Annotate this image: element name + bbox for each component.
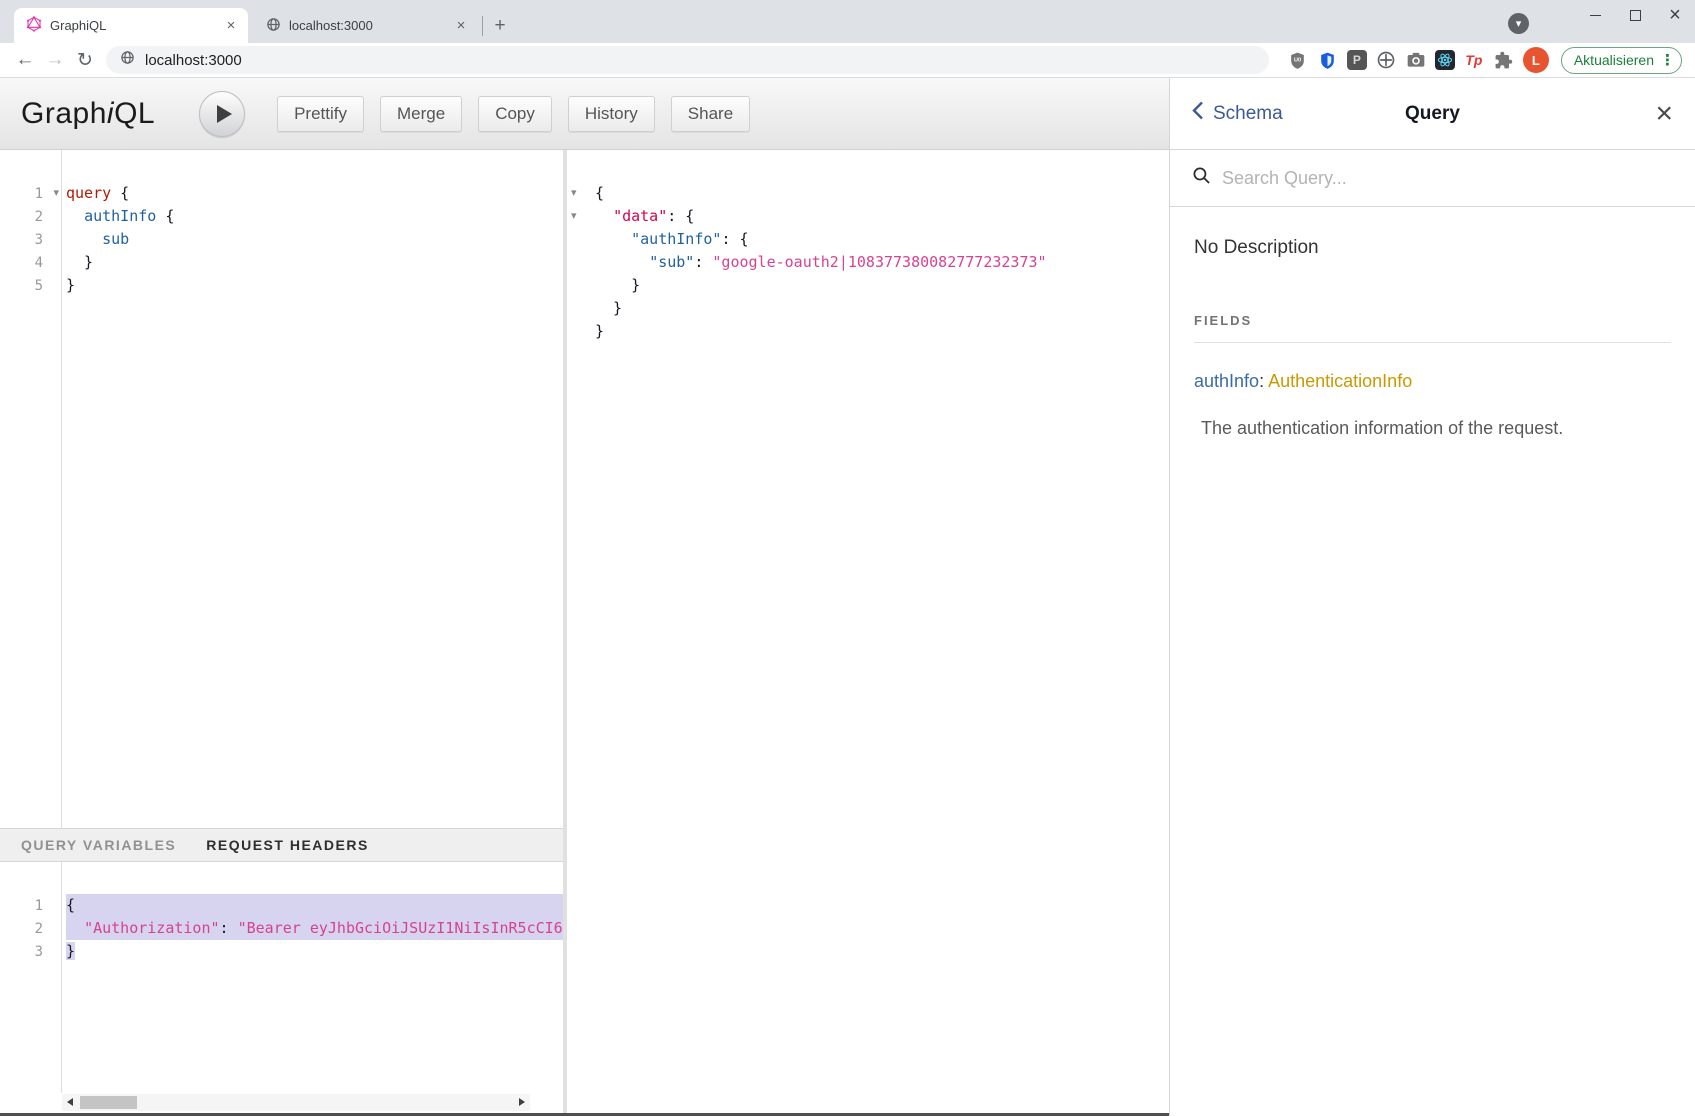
graphiql-favicon-icon: [26, 16, 42, 35]
reload-button[interactable]: ↻: [70, 46, 100, 74]
query-editor-code[interactable]: query { authInfo { sub }}: [62, 150, 563, 828]
browser-tab-graphiql[interactable]: GraphiQL ×: [14, 8, 248, 43]
graphiql-left-section: GraphiQL Prettify Merge Copy History Sha…: [0, 78, 1169, 1116]
close-icon: ×: [1669, 5, 1681, 25]
browser-window: GraphiQL × localhost:3000 × + ▾ × ← → ↻: [0, 0, 1695, 1116]
tab-query-variables[interactable]: QUERY VARIABLES: [21, 837, 176, 853]
fields-divider: [1194, 342, 1671, 343]
graphiql-logo: GraphiQL: [21, 97, 155, 131]
merge-button[interactable]: Merge: [380, 96, 462, 132]
close-window-button[interactable]: ×: [1655, 0, 1695, 30]
result-fold-column[interactable]: ▾▾: [567, 150, 591, 1113]
camera-icon[interactable]: [1405, 49, 1427, 71]
type-description: No Description: [1194, 237, 1671, 259]
tab-close-icon[interactable]: ×: [222, 17, 240, 35]
chevron-left-icon: [1192, 101, 1204, 126]
tampermonkey-tp-icon[interactable]: Tp: [1463, 49, 1485, 71]
tab-separator: [482, 16, 483, 36]
graphiql-app: GraphiQL Prettify Merge Copy History Sha…: [0, 78, 1695, 1116]
new-tab-button[interactable]: +: [487, 13, 513, 39]
extensions-row: U0 P Tp: [1287, 47, 1549, 73]
browser-menu-icon[interactable]: ⋮: [1660, 51, 1675, 69]
tab-title: localhost:3000: [289, 18, 452, 33]
execute-query-button[interactable]: [199, 91, 245, 137]
minimize-button[interactable]: [1575, 0, 1615, 30]
tab-request-headers[interactable]: REQUEST HEADERS: [206, 837, 369, 853]
precision-select-icon[interactable]: [1375, 49, 1397, 71]
doc-explorer-panel: Query Schema × No Description FIELDS: [1169, 78, 1695, 1116]
update-label: Aktualisieren: [1574, 52, 1654, 68]
headers-editor-gutter: 123: [0, 862, 62, 1093]
doc-search-input[interactable]: [1222, 168, 1673, 189]
doc-back-link[interactable]: Schema: [1192, 101, 1283, 126]
window-controls: ▾ ×: [1508, 0, 1695, 43]
doc-close-button[interactable]: ×: [1655, 99, 1673, 129]
request-headers-editor[interactable]: 123 { "Authorization": "Bearer eyJhbGciO…: [0, 862, 563, 1093]
tab-title: GraphiQL: [50, 18, 222, 33]
site-globe-icon: [120, 50, 135, 70]
share-button[interactable]: Share: [671, 96, 750, 132]
extensions-puzzle-icon[interactable]: [1493, 49, 1515, 71]
query-editor-gutter: 1▾2345: [0, 150, 62, 828]
scroll-left-icon[interactable]: [67, 1098, 73, 1106]
doc-search-row: [1170, 150, 1695, 207]
globe-icon: [266, 17, 281, 35]
query-editor[interactable]: 1▾2345 query { authInfo { sub }}: [0, 150, 563, 828]
prettify-button[interactable]: Prettify: [277, 96, 364, 132]
url-text: localhost:3000: [145, 52, 242, 69]
doc-explorer-header: Query Schema ×: [1170, 78, 1695, 150]
address-bar[interactable]: localhost:3000: [106, 46, 1269, 74]
play-icon: [217, 105, 232, 123]
field-row-authinfo: authInfo: AuthenticationInfo: [1194, 371, 1671, 392]
tab-close-icon[interactable]: ×: [452, 17, 470, 35]
forward-button[interactable]: →: [40, 46, 70, 74]
browser-tab-localhost[interactable]: localhost:3000 ×: [254, 8, 478, 43]
fields-section-header: FIELDS: [1194, 313, 1671, 328]
back-button[interactable]: ←: [10, 46, 40, 74]
minimize-icon: [1590, 15, 1601, 16]
copy-button[interactable]: Copy: [478, 96, 552, 132]
scroll-right-icon[interactable]: [519, 1098, 525, 1106]
variables-titlebar: QUERY VARIABLES REQUEST HEADERS: [0, 828, 563, 862]
doc-explorer-body: No Description FIELDS authInfo: Authenti…: [1170, 207, 1695, 461]
profile-avatar[interactable]: L: [1523, 47, 1549, 73]
headers-editor-code[interactable]: { "Authorization": "Bearer eyJhbGciOiJSU…: [62, 862, 563, 1093]
maximize-button[interactable]: [1615, 0, 1655, 30]
toolbar-buttons: Prettify Merge Copy History Share: [277, 96, 750, 132]
query-pane: 1▾2345 query { authInfo { sub }} QUERY V…: [0, 150, 563, 1113]
editor-panes: 1▾2345 query { authInfo { sub }} QUERY V…: [0, 150, 1169, 1116]
horizontal-scrollbar[interactable]: [62, 1094, 530, 1111]
ublock-shield-icon[interactable]: U0: [1287, 49, 1309, 71]
browser-titlebar: GraphiQL × localhost:3000 × + ▾ ×: [0, 0, 1695, 43]
bitwarden-shield-icon[interactable]: [1317, 49, 1339, 71]
result-viewer-code: { "data": { "authInfo": { "sub": "google…: [591, 150, 1169, 1113]
tab-search-button[interactable]: ▾: [1508, 13, 1529, 34]
graphiql-toolbar: GraphiQL Prettify Merge Copy History Sha…: [0, 78, 1169, 150]
svg-text:U0: U0: [1294, 57, 1301, 63]
field-name-link[interactable]: authInfo: [1194, 371, 1259, 391]
chevron-down-icon: ▾: [1516, 17, 1522, 30]
field-type-link[interactable]: AuthenticationInfo: [1268, 371, 1412, 391]
p-extension-icon[interactable]: P: [1347, 50, 1367, 70]
maximize-icon: [1630, 10, 1641, 21]
result-pane: ▾▾ { "data": { "authInfo": { "sub": "goo…: [567, 150, 1169, 1113]
field-description: The authentication information of the re…: [1201, 418, 1671, 439]
search-icon: [1192, 166, 1211, 190]
scrollbar-thumb[interactable]: [80, 1096, 137, 1109]
history-button[interactable]: History: [568, 96, 655, 132]
browser-navbar: ← → ↻ localhost:3000 U0 P: [0, 43, 1695, 78]
update-browser-button[interactable]: Aktualisieren ⋮: [1561, 47, 1682, 74]
react-devtools-icon[interactable]: [1435, 50, 1455, 70]
horizontal-scrollbar-row: [0, 1093, 563, 1113]
